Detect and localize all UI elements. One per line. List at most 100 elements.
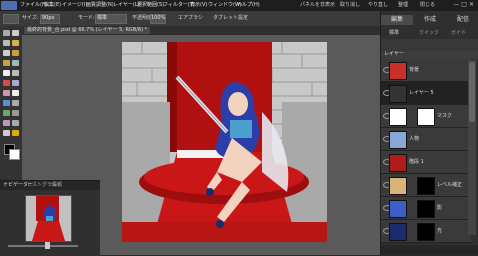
mode-value: 標準 [97, 15, 108, 21]
layer-mask-thumbnail [417, 108, 435, 126]
shape-tool-icon[interactable] [3, 120, 10, 126]
sponge-tool-icon[interactable] [3, 130, 10, 136]
zoom-tool-icon[interactable] [12, 30, 19, 36]
layers-title: レイヤー [384, 51, 404, 57]
adjustment-icon [389, 223, 407, 241]
move-tool-icon[interactable] [3, 30, 10, 36]
layers-header: レイヤー [381, 51, 478, 59]
layer-name: 影 [437, 205, 443, 211]
layer-mask-thumbnail [417, 177, 435, 195]
panel-footer [381, 245, 478, 255]
gradient-tool-icon[interactable] [12, 110, 19, 116]
document-tab[interactable]: 最終的背景_合.psd @ 66.7% (レイヤー 5, RGB/8) * [24, 27, 151, 34]
organizer-button[interactable]: 整理 [398, 2, 408, 9]
crop-tool-icon[interactable] [12, 70, 19, 76]
menu-file[interactable]: ファイル(F) [20, 2, 47, 9]
layer-row[interactable]: マスク [381, 105, 471, 128]
toolbox [0, 26, 23, 180]
window-controls[interactable]: —□✕ [453, 1, 476, 8]
layer-thumbnail [389, 154, 407, 172]
layer-row[interactable]: レベル補正 [381, 174, 471, 197]
tab-create[interactable]: 作成 [414, 15, 446, 25]
clone-stamp-tool-icon[interactable] [3, 90, 10, 96]
close-doc-button[interactable]: 閉じる [420, 2, 435, 9]
layer-name: 背景 [409, 67, 420, 73]
layer-row[interactable]: 階段 1 [381, 151, 471, 174]
brush-tool-icon[interactable] [3, 100, 10, 106]
layers-scrollbar-thumb[interactable] [469, 62, 475, 122]
layer-name: レイヤー 5 [409, 90, 434, 96]
size-label: サイズ: [22, 15, 39, 21]
tab-share[interactable]: 配信 [447, 15, 478, 25]
dodge-tool-icon[interactable] [12, 130, 19, 136]
marquee-tool-icon[interactable] [3, 50, 10, 56]
healing-tool-icon[interactable] [12, 80, 19, 86]
menu-select[interactable]: 選択範囲(S) [137, 2, 164, 9]
size-value: 90px [42, 15, 55, 21]
layer-thumbnail [389, 108, 407, 126]
airbrush-toggle[interactable]: エアブラシ [178, 15, 203, 22]
layer-name: 人物 [409, 136, 420, 142]
eyedropper-tool-icon[interactable] [12, 40, 19, 46]
navigator-preview[interactable] [25, 195, 72, 242]
lasso-tool-icon[interactable] [12, 50, 19, 56]
layer-thumbnail [389, 131, 407, 149]
layer-row[interactable]: 光 [381, 220, 471, 243]
document-canvas[interactable] [122, 42, 327, 242]
menu-adjust[interactable]: 画質調整(N) [86, 2, 114, 9]
layer-mask-thumbnail [417, 223, 435, 241]
artwork-illustration [122, 42, 327, 242]
tab-edit[interactable]: 編集 [381, 15, 413, 25]
document-tab-bar: 最終的背景_合.psd @ 66.7% (レイヤー 5, RGB/8) * [22, 26, 380, 35]
pencil-tool-icon[interactable] [12, 100, 19, 106]
menu-bar: ファイル(F) 編集(E) イメージ(I) 画質調整(N) レイヤー(L) 選択… [0, 0, 478, 11]
layer-name: マスク [437, 113, 453, 119]
layer-row-selected[interactable]: レイヤー 5 [381, 82, 471, 105]
redo-button[interactable]: やり直し [368, 2, 388, 9]
subtab-quick[interactable]: クイック [419, 30, 439, 37]
menu-layer[interactable]: レイヤー(L) [113, 2, 140, 9]
layer-name: レベル補正 [437, 182, 463, 188]
tool-options-bar: サイズ: 90px モード: 標準 不透明度: 100% エアブラシ タブレット… [0, 11, 380, 27]
eraser-tool-icon[interactable] [12, 90, 19, 96]
navigator-panel: ナビゲーター ヒストグラム 情報 [0, 180, 100, 256]
hand-tool-icon[interactable] [3, 40, 10, 46]
subtab-guided[interactable]: ガイド [451, 30, 466, 37]
undo-button[interactable]: 取り消し [340, 2, 360, 9]
magic-wand-tool-icon[interactable] [3, 60, 10, 66]
brush-preset-picker[interactable] [3, 14, 19, 24]
layer-name: 階段 1 [409, 159, 424, 165]
layer-row[interactable]: 影 [381, 197, 471, 220]
menu-view[interactable]: 表示(V) [190, 2, 207, 9]
layers-toolbar [381, 39, 478, 51]
blur-tool-icon[interactable] [12, 120, 19, 126]
navigator-tab-bar: ナビゲーター ヒストグラム 情報 [0, 181, 100, 190]
zoom-slider-handle[interactable] [45, 242, 50, 249]
layer-row[interactable]: 人物 [381, 128, 471, 151]
hide-panels-button[interactable]: パネルを非表示 [300, 2, 335, 9]
opacity-value: 100% [151, 15, 166, 21]
layer-thumbnail [389, 62, 407, 80]
adjustment-icon [389, 177, 407, 195]
layer-row[interactable]: 背景 [381, 59, 471, 82]
menu-edit[interactable]: 編集(E) [44, 2, 61, 9]
quick-select-tool-icon[interactable] [12, 60, 19, 66]
layer-name: 光 [437, 228, 443, 234]
red-eye-tool-icon[interactable] [3, 80, 10, 86]
layer-thumbnail [389, 85, 407, 103]
zoom-slider[interactable] [8, 245, 78, 247]
panel-bin: 編集 作成 配信 標準 クイック ガイド レイヤー 背景 レイヤー 5 マスク … [380, 11, 478, 255]
mode-label: モード: [78, 15, 95, 21]
menu-image[interactable]: イメージ(I) [62, 2, 87, 9]
tablet-settings-button[interactable]: タブレット設定 [213, 15, 248, 22]
adjustment-icon [389, 200, 407, 218]
paint-bucket-tool-icon[interactable] [3, 110, 10, 116]
subtab-full[interactable]: 標準 [389, 30, 399, 37]
layer-mask-thumbnail [417, 200, 435, 218]
navigator-thumbnail [26, 196, 71, 241]
type-tool-icon[interactable] [3, 70, 10, 76]
menu-help[interactable]: ヘルプ(H) [237, 2, 260, 9]
tab-info[interactable]: 情報 [52, 182, 62, 189]
background-color-swatch[interactable] [9, 149, 20, 160]
app-logo-icon[interactable] [1, 1, 17, 10]
